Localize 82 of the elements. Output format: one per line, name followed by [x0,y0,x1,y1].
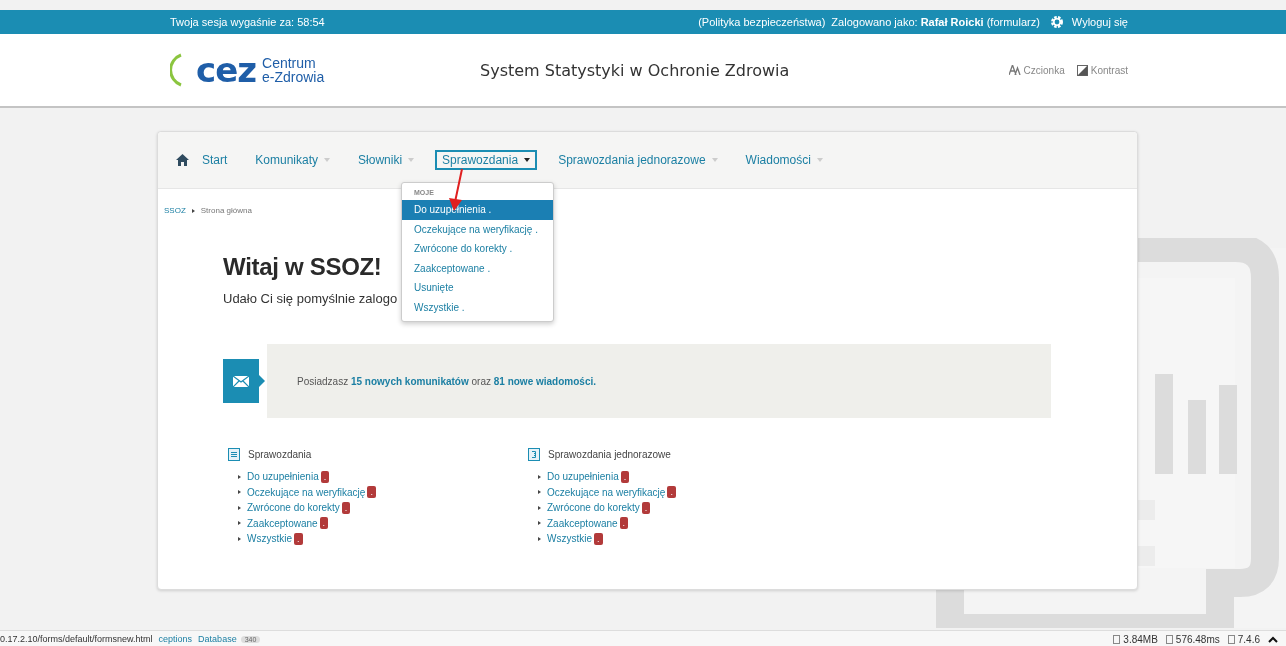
settings-icon[interactable] [1049,15,1064,29]
report-link[interactable]: Zaakceptowane [247,517,318,529]
count-badge: . [320,470,330,483]
dropdown-item[interactable]: Usunięte [402,278,553,298]
nav-tab[interactable]: Komunikaty [248,150,338,170]
nav-tab[interactable]: Słowniki [351,150,422,170]
report-link[interactable]: Do uzupełnienia [547,471,619,483]
document-icon [228,448,240,461]
caret-icon [324,158,331,162]
report-link[interactable]: Zaakceptowane [547,517,618,529]
home-icon [176,154,189,166]
count-badge: . [594,532,603,545]
dropdown-item[interactable]: Zaakceptowane . [402,258,553,278]
count-badge: . [367,486,376,499]
logo-arc-icon [170,52,182,88]
count-badge: . [620,470,630,483]
nav-tab[interactable]: Wiadomości [738,150,830,170]
bullet-icon [238,505,241,510]
collapse-icon[interactable] [1268,635,1278,643]
dropdown-item[interactable]: Wszystkie . [402,297,553,317]
count-badge: . [619,517,629,530]
font-size-icon [1008,65,1021,75]
logout-link[interactable]: Wyloguj się [1071,16,1128,28]
app-title: System Statystyki w Ochronie Zdrowia [480,60,791,80]
messages-link[interactable]: 15 nowych komunikatów [350,375,469,387]
breadcrumb-current: Strona główna [200,206,252,215]
caret-icon [524,158,531,162]
contrast-icon [1076,64,1088,76]
logged-user-text: Zalogowano jako: Rafał Roicki (formularz) [831,16,1040,28]
bullet-icon [538,474,541,479]
report-link[interactable]: Zwrócone do korekty [247,502,340,514]
session-timer: Twoja sesja wygaśnie za: 58:54 [170,16,325,28]
font-size-button[interactable]: Czcionka [1008,64,1065,76]
count-badge: . [294,532,303,545]
caret-icon [816,158,823,162]
breadcrumb-link[interactable]: SSOZ [164,206,186,215]
messages-link[interactable]: 81 nowe wiadomości. [493,375,596,387]
bullet-icon [538,490,541,495]
url-text: 0.17.2.10/forms/default/formsnew.html [0,634,153,644]
bullet-icon [538,536,541,541]
report-link[interactable]: Oczekujące na weryfikację [247,486,366,498]
report-link[interactable]: Do uzupełnienia [247,471,319,483]
debug-tab[interactable]: ceptions [158,634,193,644]
section-heading: Sprawozdania [248,449,312,460]
stat-value: 7.4.6 [1237,633,1260,645]
section-heading: Sprawozdania jednorazowe [548,449,671,460]
breadcrumb-separator-icon [191,208,195,213]
count-badge: . [319,517,329,530]
bullet-icon [238,490,241,495]
caret-icon [711,158,718,162]
bullet-icon [538,505,541,510]
logo-mark: cez [196,53,256,87]
logo-text: Centrum e-Zdrowia [262,56,325,84]
dropdown-item[interactable]: Do uzupełnienia . [402,200,553,220]
bullet-icon [538,521,541,526]
stat-icon [1113,634,1121,644]
nav-tab[interactable]: Sprawozdania jednorazowe [551,150,725,170]
stat-value: 3.84MB [1123,633,1158,645]
caret-icon [408,158,415,162]
bullet-icon [238,536,241,541]
bullet-icon [238,521,241,526]
welcome-heading: Witaj w SSOZ! [223,253,382,281]
envelope-icon [233,375,249,387]
contrast-button[interactable]: Kontrast [1076,64,1128,76]
notice-text: Posiadzasz 15 nowych komunikatów oraz 81 nowe wiadomości. [297,375,596,387]
policy-link[interactable]: (Polityka bezpieczeństwa) [698,16,826,28]
count-badge: . [341,501,351,514]
stat-icon [1227,634,1235,644]
count-badge: . [641,501,651,514]
report-link[interactable]: Wszystkie [247,533,292,545]
dropdown-item[interactable]: Oczekujące na weryfikację . [402,219,553,239]
bullet-icon [238,474,241,479]
nav-tab[interactable]: Sprawozdania [435,150,538,170]
welcome-text: Udało Ci się pomyślnie zalogo [223,291,398,306]
nav-tab[interactable]: Start [195,150,235,170]
report-link[interactable]: Oczekujące na weryfikację [547,486,666,498]
report-link[interactable]: Wszystkie [547,533,592,545]
stat-value: 576.48ms [1175,633,1220,645]
count-badge: . [667,486,676,499]
stat-icon [1165,634,1173,644]
dropdown-item[interactable]: Zwrócone do korekty . [402,239,553,259]
report-link[interactable]: Zwrócone do korekty [547,502,640,514]
